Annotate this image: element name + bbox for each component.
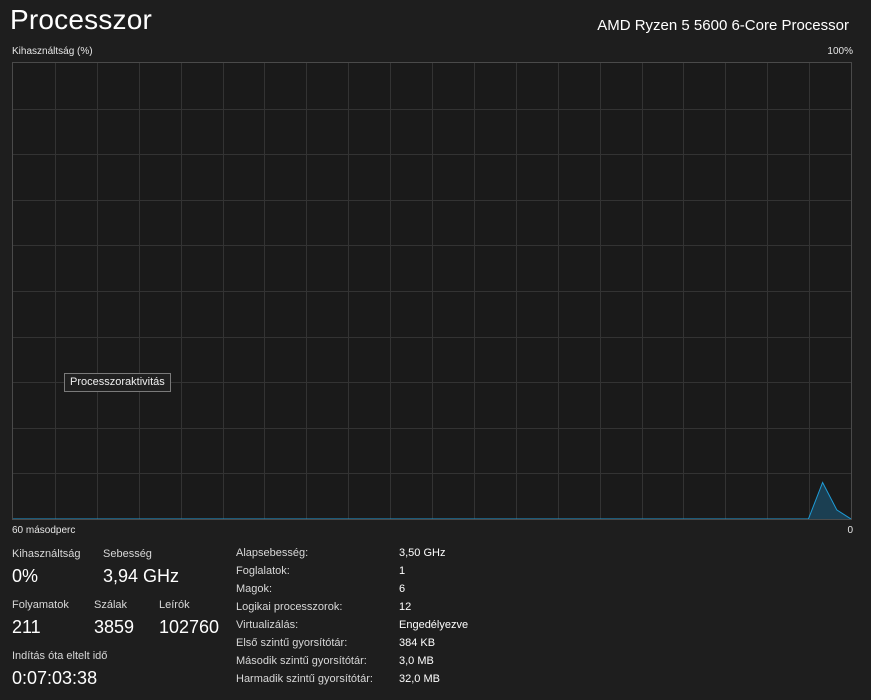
cpu-performance-panel: Processzor AMD Ryzen 5 5600 6-Core Proce… bbox=[0, 0, 871, 700]
processes-label: Folyamatok bbox=[12, 599, 69, 611]
graph-x-left-label: 60 másodperc bbox=[12, 525, 76, 536]
spec-value-base-speed: 3,50 GHz bbox=[399, 547, 446, 559]
utilization-label: Kihasználtság bbox=[12, 548, 81, 560]
graph-x-right-label: 0 bbox=[847, 525, 853, 536]
threads-label: Szálak bbox=[94, 599, 128, 611]
uptime-label: Indítás óta eltelt idő bbox=[12, 650, 108, 662]
spec-key-sockets: Foglalatok: bbox=[236, 565, 290, 577]
processes-value: 211 bbox=[12, 617, 41, 637]
spec-key-cores: Magok: bbox=[236, 583, 273, 595]
spec-value-l2-cache: 3,0 MB bbox=[399, 655, 434, 667]
cpu-utilization-chart bbox=[13, 63, 851, 519]
graph-tooltip: Processzoraktivitás bbox=[64, 373, 171, 392]
cpu-model-name: AMD Ryzen 5 5600 6-Core Processor bbox=[597, 17, 849, 34]
page-title: Processzor bbox=[10, 4, 153, 35]
handles-label: Leírók bbox=[159, 599, 190, 611]
speed-label: Sebesség bbox=[103, 548, 152, 560]
speed-value: 3,94 GHz bbox=[103, 566, 180, 586]
spec-key-l3-cache: Harmadik szintű gyorsítótár: bbox=[236, 673, 373, 685]
spec-key-base-speed: Alapsebesség: bbox=[236, 547, 309, 559]
handles-value: 102760 bbox=[159, 617, 220, 637]
spec-key-l2-cache: Második szintű gyorsítótár: bbox=[236, 655, 367, 667]
spec-key-l1-cache: Első szintű gyorsítótár: bbox=[236, 637, 348, 649]
spec-key-virtualization: Virtualizálás: bbox=[236, 619, 299, 631]
utilization-value: 0% bbox=[12, 566, 39, 586]
uptime-value: 0:07:03:38 bbox=[12, 668, 98, 688]
threads-value: 3859 bbox=[94, 617, 135, 637]
graph-y-axis-label: Kihasználtság (%) bbox=[12, 46, 93, 57]
cpu-utilization-graph[interactable] bbox=[12, 62, 852, 520]
graph-y-max-label: 100% bbox=[827, 46, 853, 57]
spec-value-cores: 6 bbox=[399, 583, 406, 595]
spec-value-l3-cache: 32,0 MB bbox=[399, 673, 440, 685]
spec-value-sockets: 1 bbox=[399, 565, 406, 577]
spec-value-l1-cache: 384 KB bbox=[399, 637, 436, 649]
spec-value-logical-processors: 12 bbox=[399, 601, 412, 613]
graph-grid bbox=[13, 63, 851, 519]
spec-value-virtualization: Engedélyezve bbox=[399, 619, 469, 631]
spec-key-logical-processors: Logikai processzorok: bbox=[236, 601, 343, 613]
